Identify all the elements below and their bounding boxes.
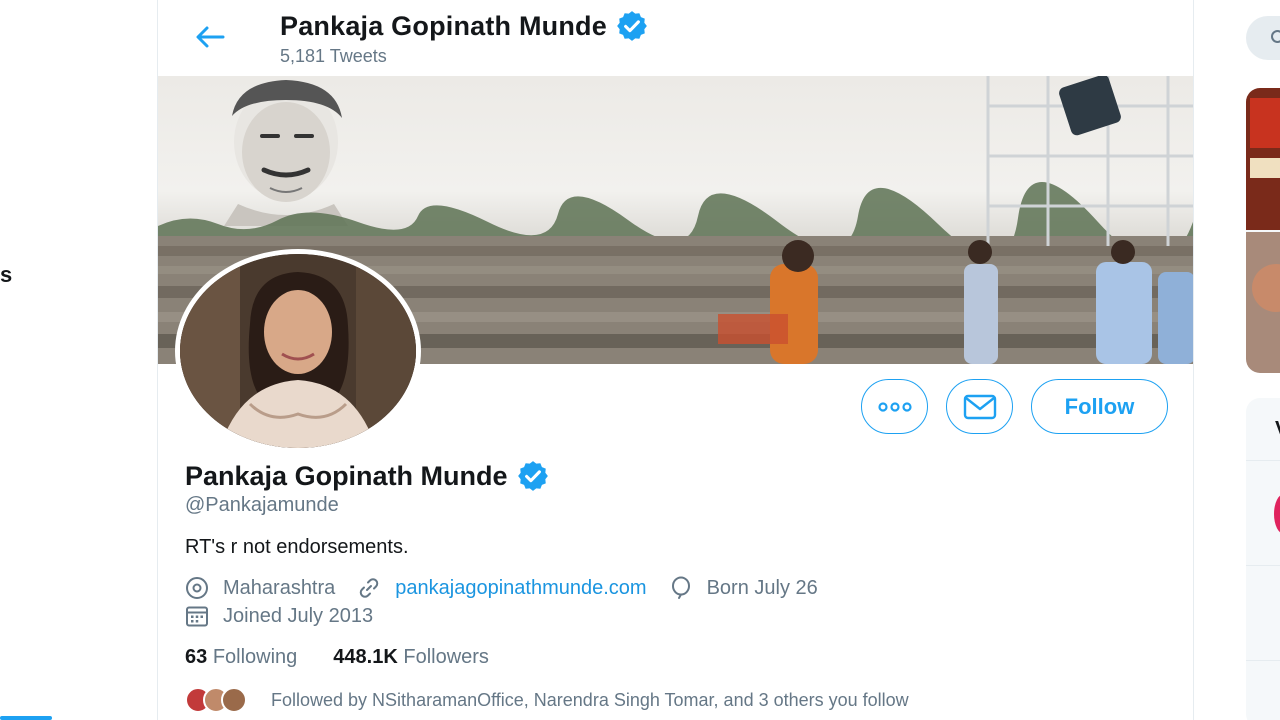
left-nav-fragment[interactable]: s (0, 262, 12, 288)
divider (1246, 660, 1280, 661)
following-stat[interactable]: 63 Following (185, 646, 297, 669)
joined-item: Joined July 2013 (185, 604, 373, 628)
followed-by-avatars (185, 687, 255, 713)
more-dots-icon (877, 401, 912, 412)
divider (1246, 460, 1280, 461)
profile-bio: RT's r not endorsements. (185, 536, 409, 558)
follow-stats: 63 Following 448.1K Followers (185, 646, 489, 669)
followers-count: 448.1K (333, 646, 398, 668)
link-icon (357, 576, 381, 600)
verified-badge-icon (617, 11, 647, 41)
followers-label: Followers (403, 646, 489, 668)
card-title-fragment: V (1275, 418, 1280, 441)
profile-joined-row: Joined July 2013 (185, 604, 395, 628)
tweet-count: 5,181 Tweets (280, 46, 387, 66)
back-button[interactable] (188, 18, 232, 56)
who-to-follow-card-fragment (1246, 398, 1280, 720)
more-options-button[interactable] (861, 379, 928, 434)
birthday-item: Born July 26 (669, 576, 818, 600)
arrow-left-icon (196, 26, 225, 48)
envelope-icon (963, 394, 996, 419)
verified-badge-icon (517, 461, 548, 491)
profile-avatar[interactable] (175, 249, 421, 453)
follow-button[interactable]: Follow (1031, 379, 1168, 434)
calendar-icon (185, 604, 209, 628)
profile-header-bar: Pankaja Gopinath Munde 5,181 Tweets (158, 0, 1193, 76)
location-text: Maharashtra (223, 576, 336, 599)
followed-by-text: Followed by NSitharamanOffice, Narendra … (271, 689, 909, 710)
banner-portrait-sketch (224, 80, 348, 226)
profile-name-text: Pankaja Gopinath Munde (185, 460, 508, 491)
profile-meta-row: Maharashtra pankajagopinathmunde.com Bor… (185, 576, 840, 600)
avatar-image (180, 254, 416, 448)
profile-name: Pankaja Gopinath Munde (185, 459, 550, 493)
profile-handle: @Pankajamunde (185, 494, 339, 516)
website-link[interactable]: pankajagopinathmunde.com (395, 577, 646, 600)
header-title: Pankaja Gopinath Munde (280, 9, 649, 43)
joined-text: Joined July 2013 (223, 604, 374, 627)
following-count: 63 (185, 646, 208, 668)
balloon-icon (669, 576, 693, 600)
message-button[interactable] (946, 379, 1013, 434)
website-item: pankajagopinathmunde.com (357, 576, 647, 600)
birthday-text: Born July 26 (706, 576, 818, 599)
profile-column: Pankaja Gopinath Munde 5,181 Tweets Foll… (157, 0, 1194, 720)
divider (1246, 565, 1280, 566)
media-card-fragment[interactable] (1246, 88, 1280, 373)
left-nav-button-fragment[interactable] (0, 716, 52, 720)
header-name: Pankaja Gopinath Munde (280, 10, 607, 41)
location-pin-icon (185, 576, 209, 600)
mini-avatar (221, 687, 247, 713)
following-label: Following (212, 646, 298, 668)
media-thumbnails (1246, 88, 1280, 373)
search-icon (1271, 30, 1280, 43)
location-item: Maharashtra (185, 576, 335, 600)
followers-stat[interactable]: 448.1K Followers (333, 646, 489, 669)
followed-by[interactable]: Followed by NSitharamanOffice, Narendra … (185, 687, 909, 713)
